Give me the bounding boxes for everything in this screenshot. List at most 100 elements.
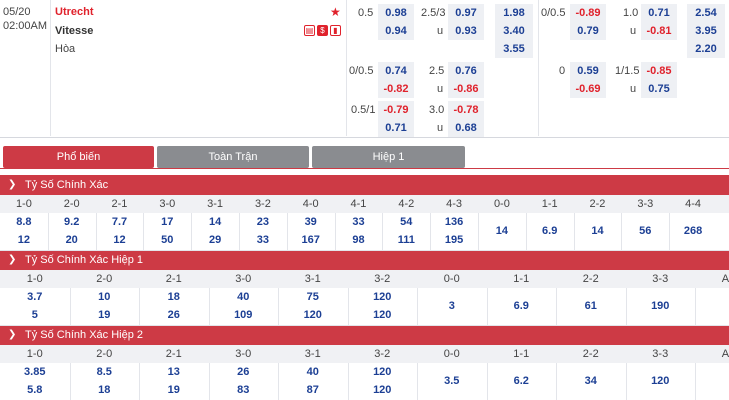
ft-hdp-home-odd[interactable]: -0.79: [378, 101, 414, 119]
score-odd[interactable]: 14: [478, 225, 526, 237]
score-odd[interactable]: 87: [278, 384, 348, 396]
score-odd[interactable]: 19: [70, 309, 140, 321]
score-odd[interactable]: 6.9: [526, 225, 574, 237]
ft-hdp-away-odd[interactable]: 0.71: [378, 119, 414, 137]
score-odd[interactable]: 26: [139, 309, 209, 321]
score-odd[interactable]: 120: [348, 291, 418, 303]
ft-1x2-away[interactable]: 3.40: [495, 22, 533, 40]
chart-icon[interactable]: ▮: [330, 25, 341, 36]
ft-over-odd[interactable]: -0.78: [448, 101, 484, 119]
h1-1x2-away[interactable]: 3.95: [687, 22, 725, 40]
score-odd[interactable]: 61: [556, 300, 626, 312]
h1-hdp-away-odd[interactable]: 0.79: [570, 22, 606, 40]
score-header: 0-0: [493, 198, 510, 210]
section-correct-score-h2[interactable]: ❯ Tỷ Số Chính Xác Hiệp 2: [0, 325, 729, 345]
score-odd[interactable]: 120: [348, 384, 418, 396]
away-team[interactable]: Vitesse: [55, 25, 93, 37]
score-odd[interactable]: 83: [209, 384, 279, 396]
score-odd[interactable]: 14: [574, 225, 622, 237]
score-odd[interactable]: 120: [626, 375, 696, 387]
score-odd[interactable]: 39: [287, 216, 335, 228]
money-icon[interactable]: $: [317, 25, 328, 36]
tab-full-match[interactable]: Toàn Trận: [157, 146, 309, 168]
score-odd[interactable]: 5: [0, 309, 70, 321]
score-odd[interactable]: 120: [278, 309, 348, 321]
score-odd[interactable]: 14: [191, 216, 239, 228]
score-odd[interactable]: 98: [335, 234, 383, 246]
score-odd[interactable]: 40: [209, 291, 279, 303]
score-odd[interactable]: 26: [209, 366, 279, 378]
h1-under-odd[interactable]: 0.75: [641, 80, 677, 98]
score-odd[interactable]: 6.2: [487, 375, 557, 387]
h1-1x2-draw[interactable]: 2.20: [687, 40, 725, 58]
score-odd[interactable]: 3: [417, 300, 487, 312]
score-odd[interactable]: 50: [143, 234, 191, 246]
score-odd[interactable]: 190: [626, 300, 696, 312]
score-odd[interactable]: 120: [348, 366, 418, 378]
ft-under-odd[interactable]: -0.86: [448, 80, 484, 98]
score-odd[interactable]: 136: [430, 216, 478, 228]
ft-under-odd[interactable]: 0.68: [448, 119, 484, 137]
score-odd[interactable]: 167: [287, 234, 335, 246]
ft-hdp-home-odd[interactable]: 0.74: [378, 62, 414, 80]
collapse-chevron-icon[interactable]: ❯: [8, 250, 16, 270]
score-odd[interactable]: 13: [139, 366, 209, 378]
score-odd[interactable]: 20: [48, 234, 96, 246]
score-odd[interactable]: 75: [278, 291, 348, 303]
score-odd[interactable]: 18: [139, 291, 209, 303]
score-odd[interactable]: 18: [70, 384, 140, 396]
h1-hdp-home-odd[interactable]: 0.59: [570, 62, 606, 80]
ft-under-odd[interactable]: 0.93: [448, 22, 484, 40]
score-odd[interactable]: 23: [239, 216, 287, 228]
ft-1x2-home[interactable]: 1.98: [495, 4, 533, 22]
score-odd[interactable]: 111: [382, 234, 430, 246]
h1-1x2-home[interactable]: 2.54: [687, 4, 725, 22]
section-correct-score-h1[interactable]: ❯ Tỷ Số Chính Xác Hiệp 1: [0, 250, 729, 270]
score-odd[interactable]: 8.8: [0, 216, 48, 228]
section-correct-score[interactable]: ❯ Tỷ Số Chính Xác: [0, 175, 729, 195]
home-team[interactable]: Utrecht: [55, 6, 94, 18]
h1-over-odd[interactable]: -0.85: [641, 62, 677, 80]
favorite-star-icon[interactable]: ★: [330, 5, 341, 19]
ft-over-odd[interactable]: 0.76: [448, 62, 484, 80]
collapse-chevron-icon[interactable]: ❯: [8, 175, 16, 195]
score-odd[interactable]: 3.5: [417, 375, 487, 387]
score-odd[interactable]: 12: [0, 234, 48, 246]
score-odd[interactable]: 8.5: [70, 366, 140, 378]
score-odd[interactable]: 268: [669, 225, 717, 237]
score-odd[interactable]: 54: [382, 216, 430, 228]
tab-first-half[interactable]: Hiệp 1: [312, 146, 465, 168]
score-odd[interactable]: 120: [348, 309, 418, 321]
score-odd[interactable]: 33: [335, 216, 383, 228]
ft-hdp-home-odd[interactable]: 0.98: [378, 4, 414, 22]
score-odd[interactable]: 5.8: [0, 384, 70, 396]
score-odd[interactable]: 6.9: [487, 300, 557, 312]
score-odd[interactable]: 12: [96, 234, 144, 246]
score-odd[interactable]: 109: [209, 309, 279, 321]
score-odd[interactable]: 3.85: [0, 366, 70, 378]
score-odd[interactable]: 29: [191, 234, 239, 246]
score-odd[interactable]: 195: [430, 234, 478, 246]
score-odd[interactable]: 7.7: [96, 216, 144, 228]
score-odd[interactable]: 40: [278, 366, 348, 378]
score-odd[interactable]: 19: [139, 384, 209, 396]
score-odd[interactable]: 10: [70, 291, 140, 303]
score-header: 3-1: [207, 198, 224, 210]
score-odd[interactable]: 9.2: [48, 216, 96, 228]
score-odd[interactable]: 17: [143, 216, 191, 228]
h1-hdp-home-odd[interactable]: -0.89: [570, 4, 606, 22]
score-odd[interactable]: 56: [621, 225, 669, 237]
ft-over-odd[interactable]: 0.97: [448, 4, 484, 22]
score-odd[interactable]: 34: [556, 375, 626, 387]
ft-1x2-draw[interactable]: 3.55: [495, 40, 533, 58]
h1-over-odd[interactable]: 0.71: [641, 4, 677, 22]
score-odd[interactable]: 3.7: [0, 291, 70, 303]
score-odd[interactable]: 33: [239, 234, 287, 246]
collapse-chevron-icon[interactable]: ❯: [8, 325, 16, 345]
ft-hdp-away-odd[interactable]: -0.82: [378, 80, 414, 98]
tab-popular[interactable]: Phổ biến: [3, 146, 154, 168]
stats-icon[interactable]: ▤: [304, 25, 315, 36]
ft-hdp-away-odd[interactable]: 0.94: [378, 22, 414, 40]
h1-hdp-away-odd[interactable]: -0.69: [570, 80, 606, 98]
h1-under-odd[interactable]: -0.81: [641, 22, 677, 40]
